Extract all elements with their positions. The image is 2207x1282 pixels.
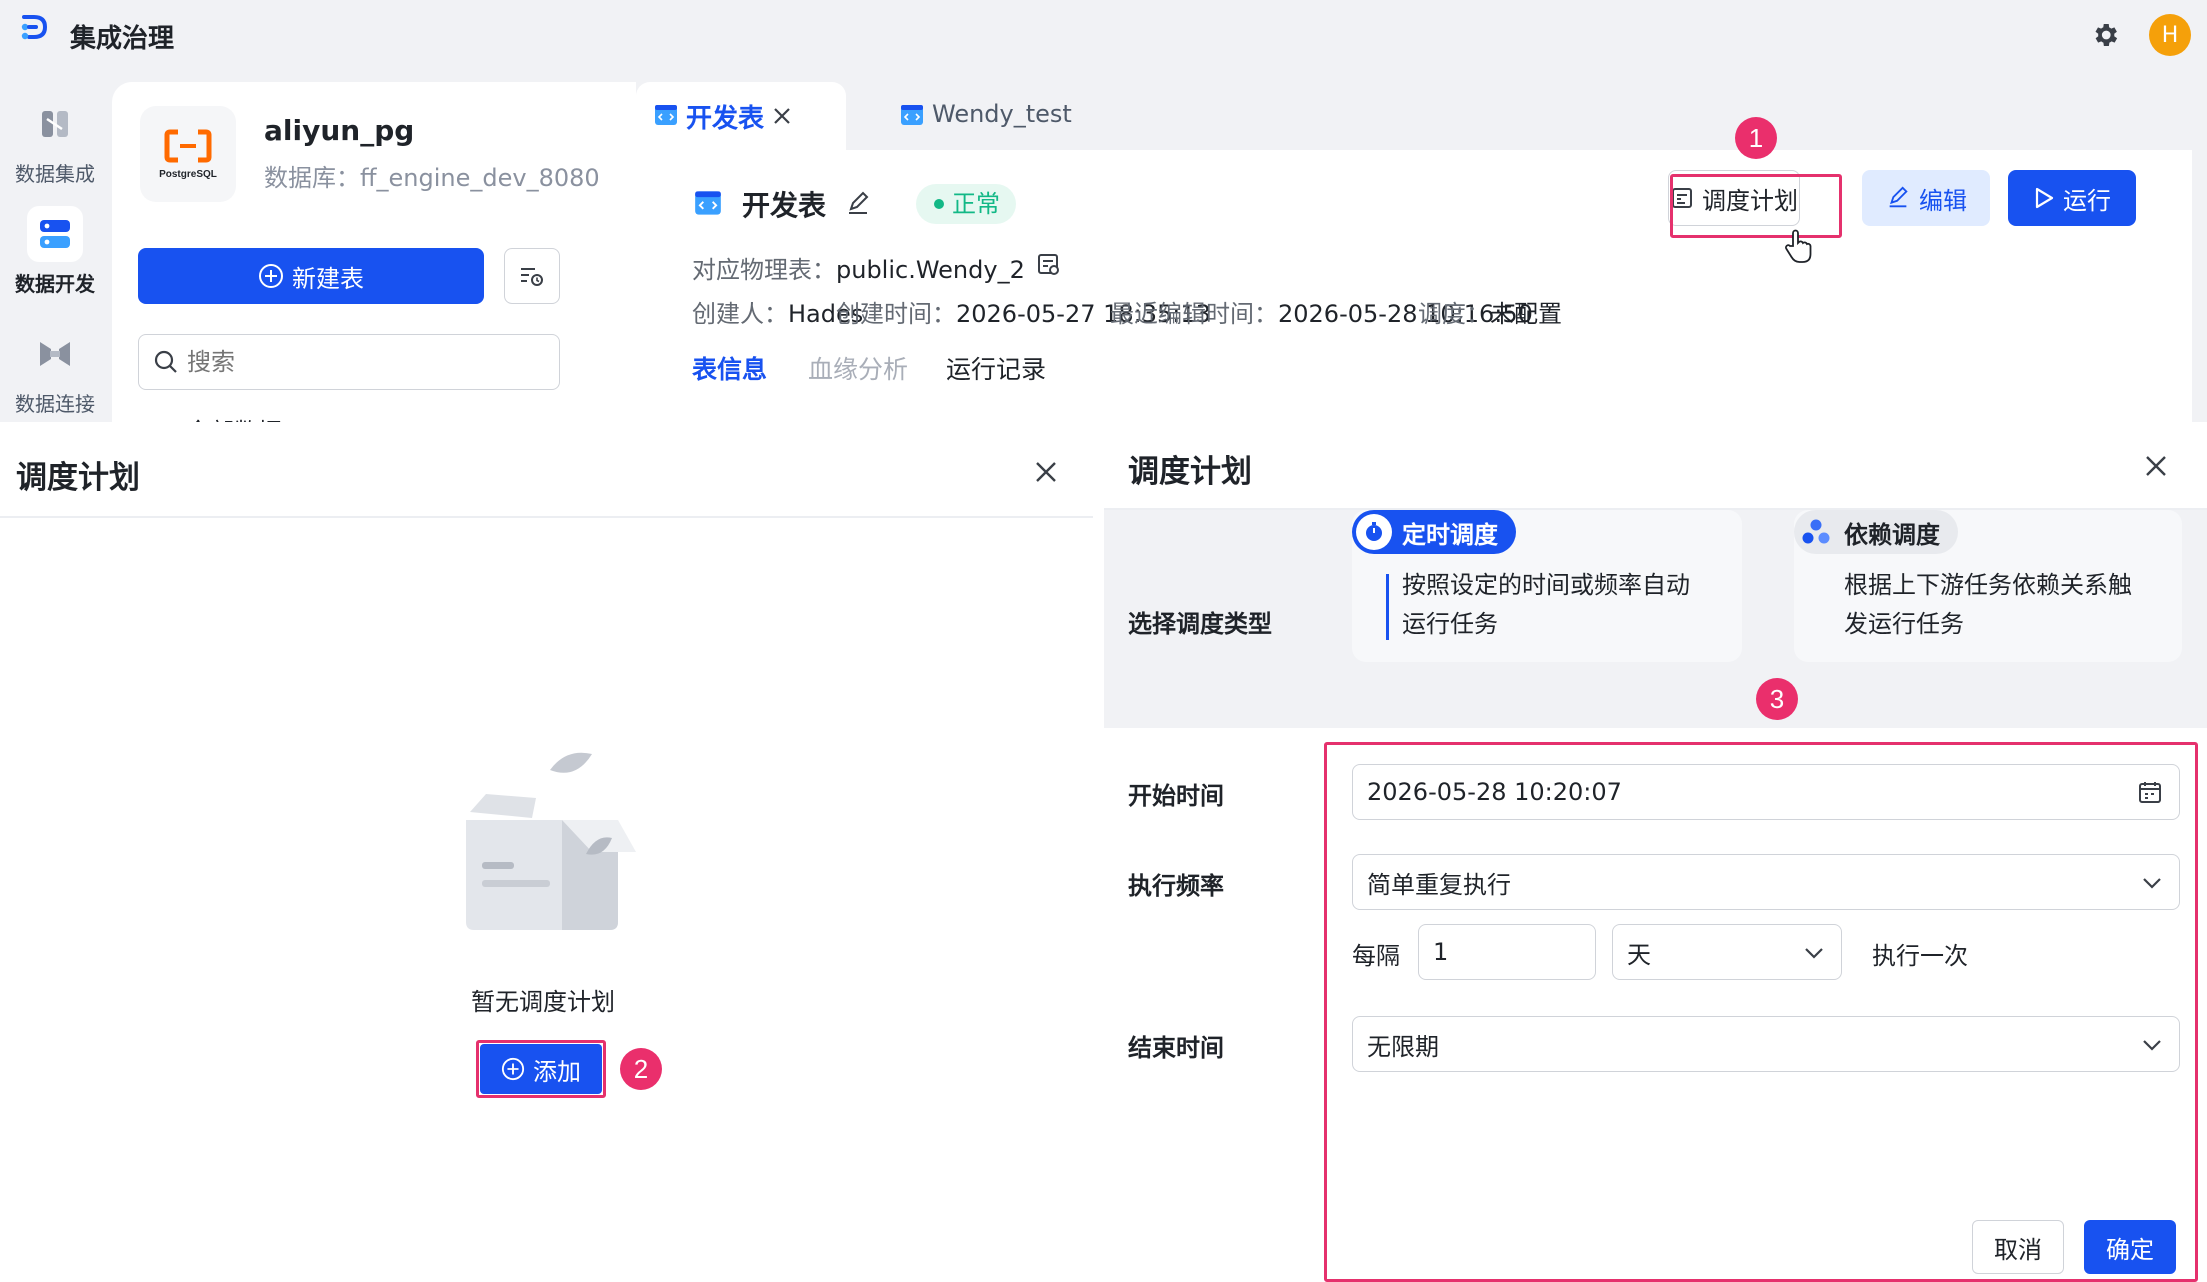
rail-item-label: 数据集成 bbox=[15, 162, 95, 186]
dependency-chip: 依赖调度 bbox=[1794, 510, 1958, 554]
tab-wendy-test[interactable]: Wendy_test bbox=[872, 82, 1112, 152]
tree-root-label: 全部数据 bbox=[186, 412, 282, 422]
filter-list-icon bbox=[521, 268, 543, 286]
edit-button[interactable]: 编辑 bbox=[1862, 170, 1990, 226]
logo-caption: PostgreSQL bbox=[159, 168, 217, 180]
run-label: 运行 bbox=[2063, 186, 2111, 215]
run-button[interactable]: 运行 bbox=[2008, 170, 2136, 226]
table-title: 开发表 bbox=[742, 189, 827, 222]
dialog-divider bbox=[0, 516, 1093, 518]
top-bar: 集成治理 H bbox=[0, 0, 2207, 70]
status-badge: 正常 bbox=[916, 184, 1016, 224]
search-icon bbox=[154, 350, 177, 373]
main-area: 开发表 Wendy_test 开发表 正常 对应物理表：public.Wendy… bbox=[636, 82, 2192, 422]
filter-button[interactable] bbox=[504, 248, 560, 304]
tab-bar: 开发表 Wendy_test bbox=[636, 82, 2192, 152]
datasource-database: 数据库：ff_engine_dev_8080 bbox=[264, 164, 600, 192]
highlight-frame-3 bbox=[1324, 742, 2198, 1282]
end-time-label: 结束时间 bbox=[1128, 1034, 1224, 1062]
start-time-label: 开始时间 bbox=[1128, 782, 1224, 810]
step-badge-2: 2 bbox=[620, 1048, 662, 1090]
new-table-button[interactable]: 新建表 bbox=[138, 248, 484, 304]
highlight-frame-2 bbox=[476, 1040, 606, 1098]
app-title: 集成治理 bbox=[70, 24, 175, 54]
play-icon bbox=[2035, 187, 2054, 209]
rail-item-label: 数据连接 bbox=[15, 392, 95, 416]
empty-box-illustration-icon bbox=[436, 742, 646, 932]
integration-icon bbox=[27, 96, 83, 152]
tab-dev-table[interactable]: 开发表 bbox=[636, 82, 846, 152]
timed-desc: 按照设定的时间或频率自动 运行任务 bbox=[1402, 571, 1690, 638]
subtab-run-history[interactable]: 运行记录 bbox=[946, 350, 1046, 386]
app-logo-icon bbox=[18, 12, 48, 42]
status-text: 正常 bbox=[952, 190, 1000, 218]
edit-label: 编辑 bbox=[1919, 186, 1967, 215]
timed-chip-label: 定时调度 bbox=[1402, 520, 1498, 549]
empty-text: 暂无调度计划 bbox=[471, 988, 615, 1016]
desc-bar bbox=[1386, 574, 1389, 640]
dependency-nodes-icon bbox=[1798, 514, 1834, 550]
schedule-type-section: 选择调度类型 定时调度 按照设定的时间或频率自动 运行任务 依赖调度 根据上下游… bbox=[1104, 510, 2207, 728]
dependency-chip-label: 依赖调度 bbox=[1844, 520, 1940, 549]
rail-item-data-development[interactable]: 数据开发 bbox=[8, 206, 102, 297]
table-detail: 开发表 正常 对应物理表：public.Wendy_2 创建人：Hades 创建… bbox=[636, 150, 2192, 422]
rail-item-label: 数据开发 bbox=[15, 272, 95, 296]
subtab-lineage[interactable]: 血缘分析 bbox=[808, 350, 908, 386]
step-badge-1: 1 bbox=[1735, 117, 1777, 159]
code-file-icon bbox=[654, 104, 678, 126]
datasource-panel: PostgreSQL aliyun_pg 数据库：ff_engine_dev_8… bbox=[112, 82, 636, 422]
user-avatar[interactable]: H bbox=[2149, 14, 2191, 56]
development-icon bbox=[27, 206, 83, 262]
highlight-frame-1 bbox=[1670, 174, 1842, 238]
hand-cursor-icon bbox=[1784, 228, 1814, 264]
tree-root-partial[interactable]: 全部数据 bbox=[152, 412, 282, 422]
tab-label: Wendy_test bbox=[932, 100, 1072, 128]
step-badge-3: 3 bbox=[1756, 678, 1798, 720]
tab-close-icon[interactable] bbox=[772, 106, 792, 126]
connection-icon bbox=[27, 326, 83, 382]
physical-table: 对应物理表：public.Wendy_2 bbox=[692, 256, 1025, 284]
type-card-timed[interactable]: 定时调度 按照设定的时间或频率自动 运行任务 bbox=[1352, 510, 1742, 662]
stopwatch-icon bbox=[1356, 514, 1392, 550]
edit-pencil-icon[interactable] bbox=[844, 190, 872, 218]
dialog-title: 调度计划 bbox=[16, 460, 140, 496]
close-icon[interactable] bbox=[2142, 452, 2170, 480]
plus-circle-icon bbox=[259, 264, 283, 288]
close-icon[interactable] bbox=[1032, 458, 1060, 486]
app-screenshot: 集成治理 H 数据集成 数据开发 数据连接 PostgreSQL aliyun_… bbox=[0, 0, 2207, 422]
search-input[interactable] bbox=[187, 348, 527, 376]
schedule-dialog-empty: 调度计划 暂无调度计划 添加 2 bbox=[0, 422, 1093, 1282]
search-box[interactable] bbox=[138, 334, 560, 390]
type-card-dependency[interactable]: 依赖调度 根据上下游任务依赖关系触 发运行任务 bbox=[1794, 510, 2182, 662]
settings-gear-icon[interactable] bbox=[2090, 20, 2120, 50]
aliyun-logo-icon bbox=[164, 129, 212, 162]
datasource-name: aliyun_pg bbox=[264, 114, 415, 147]
timed-chip: 定时调度 bbox=[1352, 510, 1516, 554]
code-file-icon bbox=[694, 190, 722, 216]
new-table-label: 新建表 bbox=[292, 264, 364, 293]
view-table-icon[interactable] bbox=[1036, 252, 1062, 278]
type-label: 选择调度类型 bbox=[1128, 610, 1272, 638]
subtab-table-info[interactable]: 表信息 bbox=[692, 350, 767, 386]
tab-label: 开发表 bbox=[686, 104, 765, 134]
code-file-icon bbox=[900, 104, 924, 126]
rail-item-data-connection[interactable]: 数据连接 bbox=[8, 326, 102, 417]
rail-item-data-integration[interactable]: 数据集成 bbox=[8, 96, 102, 187]
schedule-status: 调度：未配置 bbox=[1418, 300, 1562, 328]
schedule-dialog-form: 调度计划 选择调度类型 定时调度 按照设定的时间或频率自动 运行任务 依赖调度 … bbox=[1104, 422, 2207, 1282]
status-dot bbox=[934, 199, 944, 209]
frequency-label: 执行频率 bbox=[1128, 872, 1224, 900]
edit-pencil-icon bbox=[1889, 186, 1908, 208]
dependency-desc: 根据上下游任务依赖关系触 发运行任务 bbox=[1844, 571, 2132, 638]
dialog-title: 调度计划 bbox=[1128, 454, 1252, 490]
postgresql-logo: PostgreSQL bbox=[140, 106, 236, 202]
